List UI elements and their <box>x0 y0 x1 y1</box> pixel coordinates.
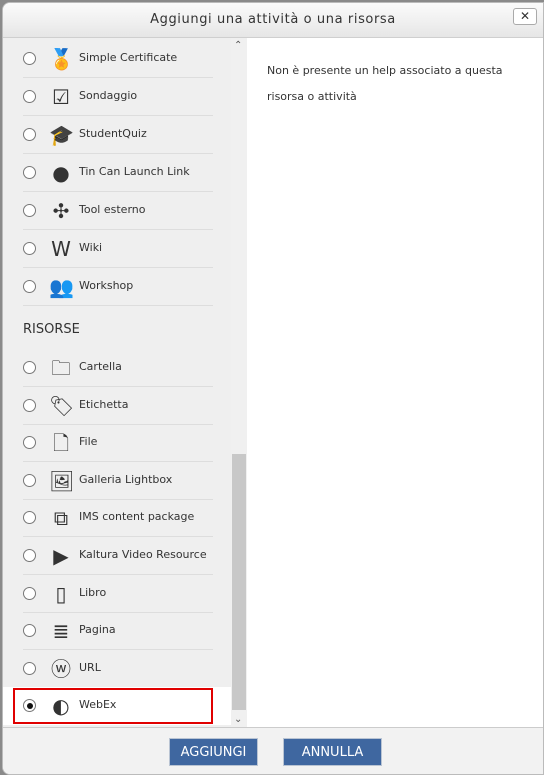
module-label: File <box>79 435 98 449</box>
module-option[interactable]: ● Tin Can Launch Link <box>3 154 231 192</box>
file-icon: 🗋 <box>52 431 70 456</box>
gallery-icon: 🖼 <box>49 468 75 493</box>
module-radio[interactable] <box>23 166 36 179</box>
module-label: Tin Can Launch Link <box>79 165 190 178</box>
module-label: StudentQuiz <box>79 127 147 140</box>
survey-icon: ☑ <box>52 85 70 109</box>
add-button[interactable]: AGGIUNGI <box>169 738 258 766</box>
module-radio[interactable] <box>23 242 36 255</box>
book-icon: ▯ <box>55 581 67 606</box>
dialog-title: Aggiungi una attività o una risorsa <box>150 12 396 27</box>
url-icon: ⓦ <box>51 656 71 681</box>
module-radio[interactable] <box>23 90 36 103</box>
module-label: Etichetta <box>79 397 129 411</box>
module-radio[interactable] <box>23 624 36 638</box>
dialog-footer: AGGIUNGI ANNULLA <box>3 727 543 774</box>
module-radio[interactable] <box>23 361 36 374</box>
wiki-icon: W <box>51 237 71 261</box>
module-option[interactable]: 👥 Workshop <box>3 268 231 306</box>
module-radio[interactable] <box>23 661 36 675</box>
module-option[interactable]: 🎓 StudentQuiz <box>3 116 231 154</box>
selection-highlight <box>13 688 213 724</box>
module-option[interactable]: ▯ Libro <box>3 575 231 613</box>
help-panel: Non è presente un help associato a quest… <box>247 38 543 727</box>
cancel-button[interactable]: ANNULLA <box>283 738 382 766</box>
module-label: Galleria Lightbox <box>79 472 173 486</box>
resources-heading: RISORSE <box>23 322 80 337</box>
list-scrollbar[interactable]: ⌃ ⌄ <box>231 38 247 727</box>
module-option[interactable]: ⧉ IMS content package <box>3 499 231 538</box>
divider <box>23 305 213 306</box>
page-icon: ≣ <box>52 619 70 644</box>
module-label: Cartella <box>79 360 122 373</box>
module-radio[interactable] <box>23 204 36 217</box>
module-option[interactable]: ⓦ URL <box>3 650 231 688</box>
module-option[interactable]: 🏷 Etichetta <box>3 387 231 425</box>
help-text: Non è presente un help associato a quest… <box>267 64 503 103</box>
scroll-up-icon[interactable]: ⌃ <box>234 40 242 51</box>
module-radio[interactable] <box>23 436 36 450</box>
module-option[interactable]: ≣ Pagina <box>3 612 231 651</box>
add-activity-dialog: Aggiungi una attività o una risorsa ✕ RI… <box>2 2 544 775</box>
module-radio[interactable] <box>23 511 36 525</box>
module-option[interactable]: 🖼 Galleria Lightbox <box>3 462 231 500</box>
module-label: IMS content package <box>79 510 195 524</box>
module-radio[interactable] <box>23 280 36 293</box>
workshop-icon: 👥 <box>49 275 74 299</box>
certificate-icon: 🏅 <box>49 47 74 71</box>
dialog-header: Aggiungi una attività o una risorsa ✕ <box>3 3 543 38</box>
module-radio[interactable] <box>23 473 36 487</box>
close-button[interactable]: ✕ <box>513 8 537 25</box>
module-label: Kaltura Video Resource <box>79 548 207 561</box>
module-label: Workshop <box>79 279 134 292</box>
module-label: Tool esterno <box>79 203 146 216</box>
module-option[interactable]: 🗀 Cartella <box>3 349 231 387</box>
module-option[interactable]: 🗋 File <box>3 424 231 463</box>
module-option[interactable]: ✣ Tool esterno <box>3 192 231 230</box>
module-label: Simple Certificate <box>79 51 178 64</box>
module-label: Wiki <box>79 241 103 254</box>
scroll-down-icon[interactable]: ⌄ <box>234 714 242 725</box>
folder-icon: 🗀 <box>51 356 71 380</box>
module-radio[interactable] <box>23 549 36 562</box>
module-option[interactable]: W Wiki <box>3 230 231 268</box>
studentquiz-icon: 🎓 <box>49 123 74 147</box>
module-radio[interactable] <box>23 128 36 141</box>
module-label: Sondaggio <box>79 89 138 102</box>
package-icon: ⧉ <box>53 506 69 531</box>
module-list: RISORSE 🏅 Simple Certificate ☑ Sondaggio 🎓 St… <box>3 38 231 727</box>
module-radio[interactable] <box>23 52 36 65</box>
module-label: URL <box>79 660 101 674</box>
module-radio[interactable] <box>23 398 36 412</box>
module-option[interactable]: ▶ Kaltura Video Resource <box>3 537 231 575</box>
tincan-icon: ● <box>52 161 70 185</box>
module-label: Libro <box>79 585 107 599</box>
video-icon: ▶ <box>53 544 69 568</box>
module-option[interactable]: 🏅 Simple Certificate <box>3 40 231 78</box>
module-radio[interactable] <box>23 586 36 600</box>
scrollbar-thumb[interactable] <box>232 454 246 710</box>
puzzle-icon: ✣ <box>52 199 70 223</box>
tag-icon: 🏷 <box>49 393 75 418</box>
module-label: Pagina <box>79 623 116 637</box>
module-option[interactable]: ☑ Sondaggio <box>3 78 231 116</box>
